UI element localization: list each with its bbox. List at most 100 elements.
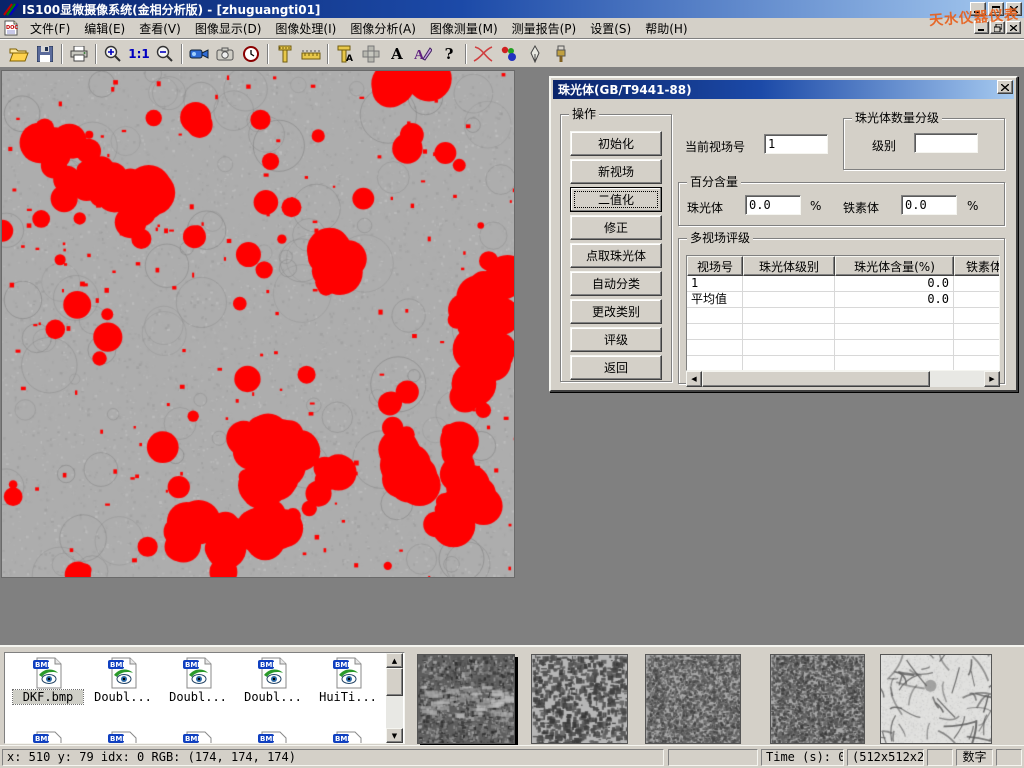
file-name[interactable]: Doubl... [238,690,308,704]
menu-help[interactable]: 帮助(H) [638,18,694,39]
scroll-down-button[interactable]: ▼ [386,728,403,743]
menu-image-analysis[interactable]: 图像分析(A) [343,18,423,39]
scroll-up-button[interactable]: ▲ [386,653,403,668]
dialog-title-bar[interactable]: 珠光体(GB/T9441-88) [553,80,1014,99]
change-class-button[interactable]: 更改类别 [570,299,662,324]
actual-size-button[interactable]: 1:1 [126,41,152,66]
thumbnail-5[interactable] [880,654,992,744]
maximize-button[interactable] [988,2,1004,16]
return-button[interactable]: 返回 [570,355,662,380]
mdi-restore-button[interactable] [990,21,1005,34]
pearlite-percent-input[interactable] [745,195,801,215]
table-row[interactable]: 1 0.0 [687,276,999,292]
auto-classify-button[interactable]: 自动分类 [570,271,662,296]
file-item[interactable]: BMP DKF.bmp [13,657,83,704]
grid-button[interactable] [358,41,384,66]
init-button[interactable]: 初始化 [570,131,662,156]
scroll-thumb[interactable] [702,371,930,387]
file-item[interactable]: BMP [13,731,83,744]
bmp-file-icon: BMP [331,657,365,689]
annotate-icon: A [414,45,432,62]
file-name[interactable]: HuiTi... [313,690,383,704]
pen-button[interactable] [522,41,548,66]
minimize-button[interactable] [970,2,986,16]
annotate-button[interactable]: A [410,41,436,66]
document-icon[interactable]: DOC [3,20,19,36]
thumbnail-4[interactable] [770,654,865,744]
col-pearlite-grade[interactable]: 珠光体级别 [743,256,835,276]
col-pearlite-content[interactable]: 珠光体含量(%) [835,256,954,276]
scroll-thumb[interactable] [386,668,403,696]
zoom-in-icon [104,45,122,63]
cell-grade [743,276,835,292]
menu-image-process[interactable]: 图像处理(I) [268,18,343,39]
capture-button[interactable] [212,41,238,66]
pearlite-label: 珠光体 [687,199,723,216]
toolbar: 1:1 A A A ? [0,39,1024,68]
menu-image-display[interactable]: 图像显示(D) [188,18,269,39]
new-field-button[interactable]: 新视场 [570,159,662,184]
phase-particles-button[interactable] [496,41,522,66]
caliper-button[interactable] [272,41,298,66]
brush-button[interactable] [548,41,574,66]
video-camera-button[interactable] [186,41,212,66]
menu-file[interactable]: 文件(F) [23,18,77,39]
help-button[interactable]: ? [436,41,462,66]
file-name[interactable]: Doubl... [163,690,233,704]
menu-edit[interactable]: 编辑(E) [77,18,132,39]
thumbnail-1[interactable] [417,654,515,744]
rating-table-header: 视场号 珠光体级别 珠光体含量(%) 铁素体 [687,256,999,276]
dialog-title: 珠光体(GB/T9441-88) [558,81,692,98]
cell-field: 平均值 [687,292,743,308]
file-item[interactable]: BMP [238,731,308,744]
file-item[interactable]: BMP Doubl... [238,657,308,704]
file-list-scrollbar[interactable]: ▲ ▼ [386,653,403,743]
bmp-file-icon: BMP [181,657,215,689]
col-field-number[interactable]: 视场号 [687,256,743,276]
file-item[interactable]: BMP [88,731,158,744]
zoom-in-button[interactable] [100,41,126,66]
status-empty-3 [996,749,1022,766]
ruler-button[interactable] [298,41,324,66]
status-dimensions: (512x512x24) [847,749,924,766]
menu-view[interactable]: 查看(V) [132,18,188,39]
print-button[interactable] [66,41,92,66]
zoom-out-button[interactable] [152,41,178,66]
file-item[interactable]: BMP HuiTi... [313,657,383,704]
file-item[interactable]: BMP [313,731,383,744]
rate-button[interactable]: 评级 [570,327,662,352]
measure-text-button[interactable]: A [332,41,358,66]
camera-icon [216,47,234,61]
menu-settings[interactable]: 设置(S) [583,18,638,39]
file-item[interactable]: BMP Doubl... [163,657,233,704]
save-button[interactable] [32,41,58,66]
open-button[interactable] [6,41,32,66]
col-ferrite[interactable]: 铁素体 [954,256,1000,276]
mdi-minimize-button[interactable] [974,21,989,34]
timer-button[interactable] [238,41,264,66]
thumbnail-3[interactable] [645,654,741,744]
table-hscrollbar[interactable]: ◀ ▶ [686,371,1000,387]
curve-tool-button[interactable] [470,41,496,66]
grade-input[interactable] [914,133,978,153]
file-item[interactable]: BMP Doubl... [88,657,158,704]
close-button[interactable] [1006,2,1022,16]
pick-pearlite-button[interactable]: 点取珠光体 [570,243,662,268]
micrograph-image[interactable] [1,70,515,578]
table-row[interactable]: 平均值 0.0 [687,292,999,308]
ferrite-percent-input[interactable] [901,195,957,215]
text-button[interactable]: A [384,41,410,66]
file-item[interactable]: BMP [163,731,233,744]
scroll-left-button[interactable]: ◀ [686,371,702,387]
file-name[interactable]: DKF.bmp [13,690,83,704]
menu-image-measure[interactable]: 图像测量(M) [423,18,505,39]
menu-measure-report[interactable]: 测量报告(P) [505,18,584,39]
correct-button[interactable]: 修正 [570,215,662,240]
dialog-close-button[interactable] [997,80,1013,94]
scroll-right-button[interactable]: ▶ [984,371,1000,387]
file-name[interactable]: Doubl... [88,690,158,704]
binarize-button[interactable]: 二值化 [570,187,662,212]
current-field-input[interactable] [764,134,828,154]
mdi-close-button[interactable] [1006,21,1021,34]
thumbnail-2[interactable] [531,654,628,744]
